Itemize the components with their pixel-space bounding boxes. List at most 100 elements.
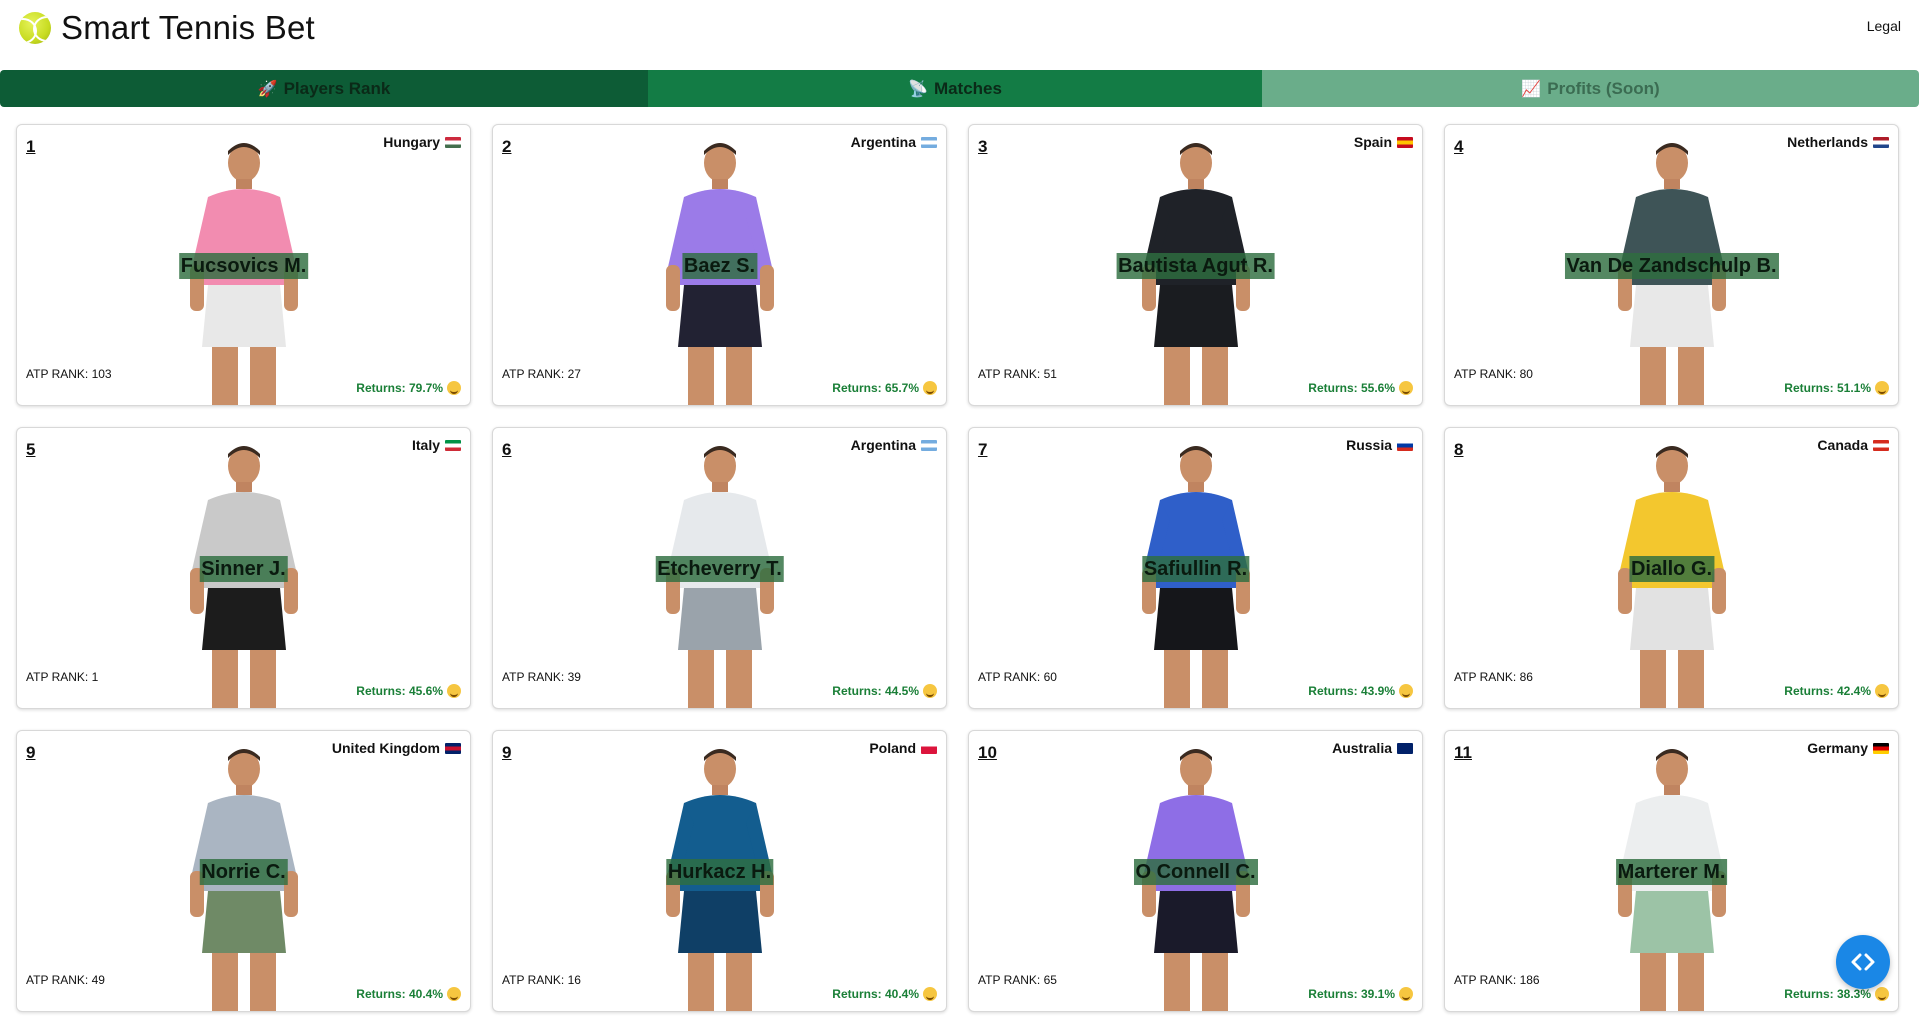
top-bar: Smart Tennis Bet Legal [0, 0, 1919, 70]
player-card[interactable]: 8 Canada Diallo G. ATP RANK: 86 Returns:… [1444, 427, 1899, 709]
tab-label: Profits (Soon) [1547, 78, 1660, 98]
player-card[interactable]: 9 Poland Hurkacz H. ATP RANK: 16 Returns… [492, 730, 947, 1012]
player-rank[interactable]: 11 [1454, 743, 1472, 763]
happy-face-icon [447, 987, 461, 1001]
player-rank[interactable]: 9 [502, 743, 511, 763]
player-rank[interactable]: 7 [978, 440, 987, 460]
country-flag-icon [921, 136, 937, 148]
player-name: Bautista Agut R. [1116, 253, 1275, 279]
country-flag-icon [921, 439, 937, 451]
happy-face-icon [1875, 987, 1889, 1001]
player-card[interactable]: 7 Russia Safiullin R. ATP RANK: 60 Retur… [968, 427, 1423, 709]
atp-rank: ATP RANK: 1 [26, 670, 99, 684]
country-flag-icon [445, 136, 461, 148]
country-name: United Kingdom [331, 740, 440, 756]
code-brackets-icon [1851, 953, 1875, 971]
main-tabs: 🚀 Players Rank 📡 Matches 📈 Profits (Soon… [0, 70, 1919, 107]
legal-link[interactable]: Legal [1867, 18, 1901, 34]
returns-label: Returns: 65.7% [832, 381, 919, 395]
country-name: Russia [1346, 437, 1392, 453]
returns-label: Returns: 51.1% [1784, 381, 1871, 395]
player-rank[interactable]: 8 [1454, 440, 1463, 460]
player-card[interactable]: 10 Australia O Connell C. ATP RANK: 65 R… [968, 730, 1423, 1012]
player-rank[interactable]: 5 [26, 440, 35, 460]
returns-label: Returns: 45.6% [356, 684, 443, 698]
player-name: Diallo G. [1628, 556, 1715, 582]
country-flag-icon [1873, 742, 1889, 754]
returns-value: Returns: 43.9% [1308, 684, 1413, 698]
country-flag-icon [921, 742, 937, 754]
country-flag-icon [1873, 439, 1889, 451]
returns-label: Returns: 79.7% [356, 381, 443, 395]
player-name: Safiullin R. [1141, 556, 1250, 582]
atp-rank: ATP RANK: 16 [502, 973, 581, 987]
country-flag-icon [1397, 742, 1413, 754]
tab-profits[interactable]: 📈 Profits (Soon) [1262, 70, 1919, 107]
country-name: Poland [869, 740, 916, 756]
tab-matches[interactable]: 📡 Matches [648, 70, 1262, 107]
country-flag-icon [445, 742, 461, 754]
player-name: O Connell C. [1133, 859, 1258, 885]
returns-value: Returns: 55.6% [1308, 381, 1413, 395]
chart-increasing-icon: 📈 [1521, 80, 1542, 98]
player-rank[interactable]: 10 [978, 743, 997, 763]
tab-players-rank[interactable]: 🚀 Players Rank [0, 70, 648, 107]
returns-label: Returns: 44.5% [832, 684, 919, 698]
player-card[interactable]: 9 United Kingdom Norrie C. ATP RANK: 49 [16, 730, 471, 1012]
returns-value: Returns: 45.6% [356, 684, 461, 698]
player-card[interactable]: 11 Germany Marterer M. ATP RANK: 186 Ret… [1444, 730, 1899, 1012]
tab-label: Matches [933, 78, 1002, 98]
happy-face-icon [1399, 684, 1413, 698]
player-country: Italy [412, 437, 461, 453]
player-country: Australia [1332, 740, 1413, 756]
player-rank[interactable]: 2 [502, 137, 511, 157]
player-card[interactable]: 6 Argentina Etcheverry T. ATP RANK: 39 R… [492, 427, 947, 709]
atp-rank: ATP RANK: 51 [978, 367, 1057, 381]
player-card[interactable]: 2 Argentina Baez S. ATP RANK: 27 Returns… [492, 124, 947, 406]
country-name: Argentina [850, 134, 916, 150]
atp-rank: ATP RANK: 80 [1454, 367, 1533, 381]
player-country: Netherlands [1787, 134, 1889, 150]
player-rank[interactable]: 9 [26, 743, 35, 763]
player-card[interactable]: 5 Italy Sinner J. ATP RANK: 1 Returns: 4… [16, 427, 471, 709]
happy-face-icon [923, 381, 937, 395]
player-rank[interactable]: 3 [978, 137, 987, 157]
player-name: Van De Zandschulp B. [1564, 253, 1779, 279]
atp-rank: ATP RANK: 103 [26, 367, 112, 381]
returns-value: Returns: 79.7% [356, 381, 461, 395]
satellite-dish-icon: 📡 [908, 80, 928, 98]
player-rank[interactable]: 1 [26, 137, 35, 157]
returns-label: Returns: 40.4% [832, 987, 919, 1001]
country-flag-icon [1397, 136, 1413, 148]
player-country: Poland [869, 740, 937, 756]
code-toggle-button[interactable] [1836, 935, 1890, 989]
player-rank[interactable]: 4 [1454, 137, 1463, 157]
returns-value: Returns: 40.4% [356, 987, 461, 1001]
app-title: Smart Tennis Bet [61, 9, 315, 46]
player-country: Germany [1807, 740, 1889, 756]
happy-face-icon [447, 684, 461, 698]
returns-value: Returns: 42.4% [1784, 684, 1889, 698]
atp-rank: ATP RANK: 39 [502, 670, 581, 684]
player-name: Norrie C. [199, 859, 288, 885]
player-card[interactable]: 4 Netherlands Van De Zandschulp B. ATP R… [1444, 124, 1899, 406]
player-rank[interactable]: 6 [502, 440, 511, 460]
country-flag-icon [1873, 136, 1889, 148]
player-card[interactable]: 1 Hungary Fucsovics M. ATP RANK: 103 Ret… [16, 124, 471, 406]
brand[interactable]: Smart Tennis Bet [19, 8, 315, 48]
player-name: Etcheverry T. [655, 556, 784, 582]
rocket-icon: 🚀 [257, 80, 278, 98]
player-country: Spain [1354, 134, 1413, 150]
happy-face-icon [1399, 987, 1413, 1001]
player-name: Sinner J. [199, 556, 288, 582]
player-card[interactable]: 3 Spain Bautista Agut R. ATP RANK: 51 Re… [968, 124, 1423, 406]
player-name: Baez S. [681, 253, 758, 279]
happy-face-icon [447, 381, 461, 395]
atp-rank: ATP RANK: 60 [978, 670, 1057, 684]
country-name: Argentina [850, 437, 916, 453]
happy-face-icon [1875, 381, 1889, 395]
country-name: Hungary [383, 134, 440, 150]
country-name: Spain [1353, 134, 1392, 150]
returns-label: Returns: 40.4% [356, 987, 443, 1001]
player-country: Canada [1817, 437, 1889, 453]
